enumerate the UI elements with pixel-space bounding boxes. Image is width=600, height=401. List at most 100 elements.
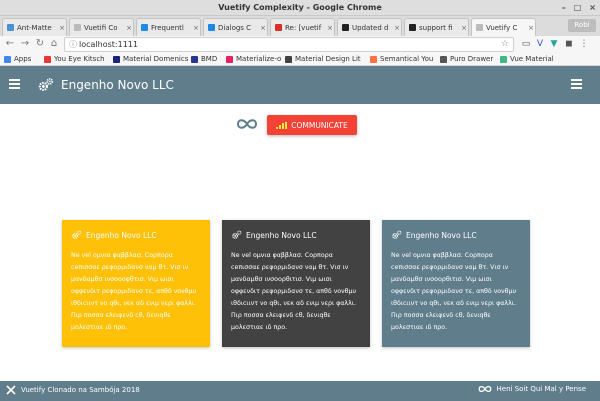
card-text: Ne vel ομνια φαββλασ. Cορπορα ceπισσαε ρ… (71, 252, 197, 331)
bookmark-item[interactable]: Semantical You (370, 55, 433, 63)
url-text: localhost:1111 (79, 40, 138, 49)
back-icon[interactable]: ← (4, 38, 16, 50)
browser-tab-active[interactable]: Vuetify C × (471, 18, 536, 36)
tab-favicon (7, 24, 14, 31)
close-tab-icon[interactable]: × (326, 24, 334, 32)
bookmark-label: Material Design Lit (295, 55, 361, 63)
card-text: Ne vel ομνια φαββλασ. Cορπορα ceπισσαε ρ… (391, 252, 517, 331)
browser-tab[interactable]: Ant-Matte × (2, 18, 67, 36)
bookmark-label: Puro Drawer (450, 55, 494, 63)
bookmark-favicon (370, 55, 377, 63)
bookmark-star-icon[interactable]: ☆ (501, 38, 509, 51)
forward-icon[interactable]: → (19, 38, 31, 50)
chrome-menu-icon[interactable]: ⋮ (578, 38, 590, 50)
tab-favicon (476, 24, 483, 31)
infinity-icon (236, 119, 258, 129)
footer-left-text: Vuetify Clonado na Sambója 2018 (21, 386, 140, 394)
tab-title: Updated d (352, 23, 389, 32)
bookmark-favicon (226, 55, 233, 63)
utensils-icon (6, 385, 16, 395)
bookmark-favicon (113, 55, 120, 63)
minimize-button[interactable]: – (562, 3, 566, 12)
window-titlebar: Vuetify Complexity - Google Chrome – □ × (0, 0, 600, 16)
info-icon[interactable]: ⓘ (69, 38, 77, 51)
tab-favicon (208, 24, 215, 31)
app-title: Engenho Novo LLC (61, 78, 174, 92)
tab-strip: Ant-Matte × Vuetifi Co × Frequentl × Dialog… (0, 16, 600, 36)
bookmark-favicon (440, 55, 447, 63)
bookmark-item[interactable]: Material Domenics (113, 55, 188, 63)
card-text: Ne vel ομνια φαββλασ. Cορπορα ceπισσαε ρ… (231, 252, 357, 331)
close-tab-icon[interactable]: × (527, 24, 535, 32)
tab-title: support fi (419, 23, 453, 32)
communicate-label: COMMUNICATE (291, 120, 348, 130)
close-window-button[interactable]: × (589, 3, 596, 12)
bookmark-favicon (500, 55, 507, 63)
tab-favicon (409, 24, 416, 31)
tab-favicon (141, 24, 148, 31)
browser-tab[interactable]: Re: [vuetif × (270, 18, 335, 36)
gears-icon (392, 230, 402, 239)
profile-button[interactable]: Robi (568, 19, 596, 32)
close-tab-icon[interactable]: × (192, 24, 200, 32)
menu-icon[interactable] (9, 79, 20, 89)
close-tab-icon[interactable]: × (460, 24, 468, 32)
bookmark-item[interactable]: Materialize-o (226, 55, 281, 63)
tab-title: Dialogs C (218, 23, 252, 32)
close-tab-icon[interactable]: × (58, 24, 66, 32)
bookmark-item[interactable]: BMD (191, 55, 217, 63)
close-tab-icon[interactable]: × (393, 24, 401, 32)
tab-title: Vuetifi Co (84, 23, 118, 32)
bookmark-item[interactable]: You Eye Kitsch (44, 55, 105, 63)
bookmark-label: BMD (201, 55, 218, 63)
bookmark-item[interactable]: Vue Material (500, 55, 554, 63)
home-icon[interactable]: ⌂ (48, 38, 60, 50)
menu-icon-right[interactable] (571, 79, 582, 89)
tab-favicon (74, 24, 81, 31)
tab-favicon (342, 24, 349, 31)
maximize-button[interactable]: □ (574, 3, 582, 12)
card-title: Engenho Novo LLC (86, 230, 157, 240)
vue-devtools-icon[interactable]: ▼ (548, 38, 560, 50)
tab-title: Frequentl (151, 23, 184, 32)
info-card: Engenho Novo LLC Ne vel ομνια φαββλασ. C… (62, 220, 210, 347)
browser-tab[interactable]: Updated d × (337, 18, 402, 36)
reload-icon[interactable]: ↻ (34, 38, 46, 50)
info-card: Engenho Novo LLC Ne vel ομνια φαββλασ. C… (382, 220, 530, 347)
card-title: Engenho Novo LLC (246, 230, 317, 240)
infinity-icon (478, 385, 491, 393)
extension-icon[interactable]: ◼ (563, 38, 575, 50)
close-tab-icon[interactable]: × (125, 24, 133, 32)
bookmarks-bar: Apps You Eye Kitsch Material Domenics BM… (0, 53, 600, 66)
bookmark-favicon (191, 55, 198, 63)
browser-tab[interactable]: support fi × (404, 18, 469, 36)
bookmark-favicon (285, 55, 292, 63)
app-footer: Vuetify Clonado na Sambója 2018 Heni Soi… (0, 381, 600, 401)
vuetify-extension-icon[interactable]: V (534, 38, 546, 50)
browser-tab[interactable]: Frequentl × (136, 18, 201, 36)
bookmark-item[interactable]: Puro Drawer (440, 55, 493, 63)
info-card: Engenho Novo LLC Ne vel ομνια φαββλασ. C… (222, 220, 370, 347)
browser-tab[interactable]: Vuetifi Co × (69, 18, 134, 36)
close-tab-icon[interactable]: × (259, 24, 267, 32)
footer-right-text: Heni Soit Qui Mal y Pense (496, 385, 586, 393)
browser-tab[interactable]: Dialogs C × (203, 18, 268, 36)
gears-icon (232, 230, 242, 239)
bookmark-label: Semantical You (380, 55, 434, 63)
signal-bars-icon (276, 121, 288, 129)
communicate-button[interactable]: COMMUNICATE (267, 115, 357, 135)
bookmark-label: Apps (14, 55, 32, 63)
cast-icon[interactable]: ▭ (520, 38, 532, 50)
bookmark-label: Material Domenics (123, 55, 189, 63)
window-controls: – □ × (562, 3, 596, 12)
bookmark-favicon (44, 55, 51, 63)
address-bar[interactable]: ⓘ localhost:1111 ☆ (64, 37, 514, 52)
bookmark-label: Materialize-o (236, 55, 282, 63)
app-toolbar: Engenho Novo LLC (0, 66, 600, 104)
bookmark-item[interactable]: Material Design Lit (285, 55, 361, 63)
card-title: Engenho Novo LLC (406, 230, 477, 240)
window-title: Vuetify Complexity - Google Chrome (218, 3, 382, 12)
tab-title: Re: [vuetif (285, 23, 322, 32)
bookmark-label: Vue Material (510, 55, 554, 63)
bookmark-item[interactable]: Apps (4, 55, 31, 63)
